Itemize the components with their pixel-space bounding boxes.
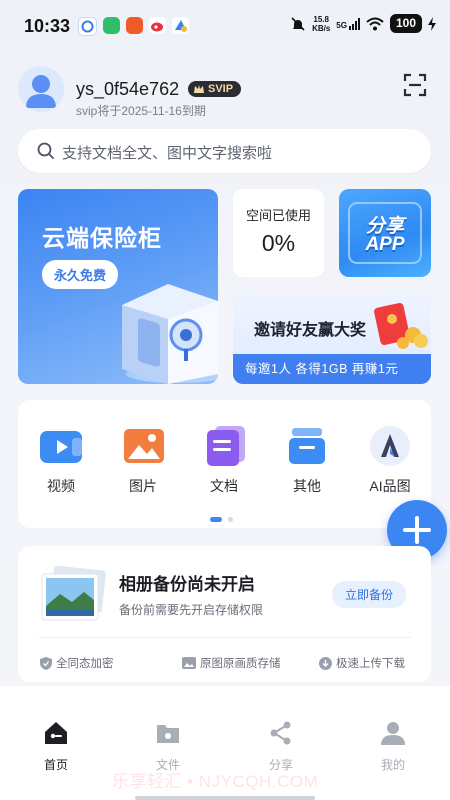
space-used-card[interactable]: 空间已使用 0% [233, 189, 324, 277]
charging-icon [428, 16, 436, 31]
notification-icons [78, 17, 189, 36]
status-indicators: 15.8 KB/s 5G 100 [290, 14, 436, 33]
feature-encryption: 全同态加密 [40, 655, 114, 671]
weibo-notification-icon [149, 17, 166, 34]
space-used-label: 空间已使用 [245, 208, 311, 223]
avatar[interactable] [18, 66, 64, 112]
nav-files[interactable]: 文件 [133, 720, 203, 773]
signal-indicator: 5G [336, 17, 360, 30]
username: ys_0f54e762 [76, 79, 180, 99]
cloud-vault-card[interactable]: 云端保险柜 永久免费 [18, 189, 218, 384]
video-icon [40, 431, 82, 463]
divider [38, 637, 411, 638]
search-icon [37, 142, 55, 160]
app-notification-icon [78, 17, 97, 36]
profile-icon [381, 722, 405, 745]
shield-icon [40, 656, 52, 670]
user-avatar-icon [26, 75, 56, 108]
ai-image-icon [370, 426, 410, 466]
nav-home[interactable]: 首页 [21, 720, 91, 773]
folder-icon [157, 725, 179, 743]
feature-fast-transfer: 极速上传下载 [319, 655, 405, 671]
invite-reward-bar: 每邀1人 各得1GB 再赚1元 [233, 354, 431, 384]
album-backup-card: 相册备份尚未开启 备份前需要先开启存储权限 立即备份 全同态加密 原图原画质存储… [18, 546, 431, 682]
watermark: 乐享轻汇 • NJYCQH.COM [112, 772, 319, 791]
page-dot-active [210, 517, 222, 522]
tool-label: 图片 [129, 478, 157, 494]
tool-other[interactable]: 其他 [277, 426, 337, 496]
space-used-value: 0% [261, 230, 296, 256]
tool-video[interactable]: 视频 [31, 426, 91, 496]
share-app-line2: APP [365, 234, 405, 255]
nav-profile[interactable]: 我的 [358, 720, 428, 773]
search-bar[interactable]: 支持文档全文、图中文字搜索啦 [18, 129, 431, 173]
tool-image[interactable]: 图片 [113, 426, 173, 496]
backup-desc: 备份前需要先开启存储权限 [119, 603, 264, 617]
download-icon [319, 656, 332, 670]
invite-title: 邀请好友赢大奖 [254, 322, 367, 339]
net-speed: 15.8 KB/s [312, 14, 331, 33]
wechat-notification-icon [103, 17, 120, 34]
svip-badge: SVIP [188, 81, 242, 97]
file-type-shortcuts: 视频 图片 文档 其他 AI品图 [18, 400, 431, 528]
taobao-notification-icon [126, 17, 143, 34]
status-bar: 10:33 15.8 KB/s 5G 100 [0, 0, 450, 52]
backup-title: 相册备份尚未开启 [119, 575, 255, 594]
other-files-icon [289, 428, 325, 464]
document-icon [207, 426, 245, 466]
page-indicator [210, 517, 233, 522]
red-envelope-icon [374, 303, 428, 349]
photo-album-icon [41, 566, 106, 621]
scan-button[interactable] [402, 72, 428, 98]
tool-document[interactable]: 文档 [194, 426, 254, 496]
status-time: 10:33 [24, 16, 71, 36]
nav-share[interactable]: 分享 [246, 720, 316, 773]
share-icon [270, 721, 291, 745]
image-icon [182, 657, 196, 669]
tool-label: 文档 [210, 478, 238, 494]
baidu-notification-icon [172, 17, 189, 34]
tool-label: AI品图 [369, 478, 411, 494]
svip-expire-text: svip将于2025-11-16到期 [76, 104, 206, 118]
tool-label: 视频 [47, 478, 75, 494]
bottom-nav: 首页 文件 分享 我的 乐享轻汇 • NJYCQH.COM [0, 686, 450, 800]
search-placeholder: 支持文档全文、图中文字搜索啦 [62, 145, 273, 162]
page-dot [228, 517, 233, 522]
home-indicator[interactable] [135, 796, 315, 800]
tool-label: 其他 [293, 478, 321, 494]
mute-icon [291, 16, 305, 31]
home-icon [45, 722, 67, 744]
image-icon [124, 429, 164, 463]
wifi-icon [366, 17, 384, 30]
scan-icon [403, 73, 427, 97]
tool-ai-image[interactable]: AI品图 [360, 426, 420, 496]
safe-icon [122, 284, 218, 384]
battery-indicator: 100 [389, 14, 422, 33]
feature-original-quality: 原图原画质存储 [182, 655, 281, 671]
backup-now-button[interactable]: 立即备份 [332, 581, 407, 608]
share-app-card[interactable]: 分享 APP [339, 189, 431, 277]
invite-friends-card[interactable]: 邀请好友赢大奖 每邀1人 各得1GB 再赚1元 [233, 293, 431, 384]
crown-icon [194, 85, 204, 93]
